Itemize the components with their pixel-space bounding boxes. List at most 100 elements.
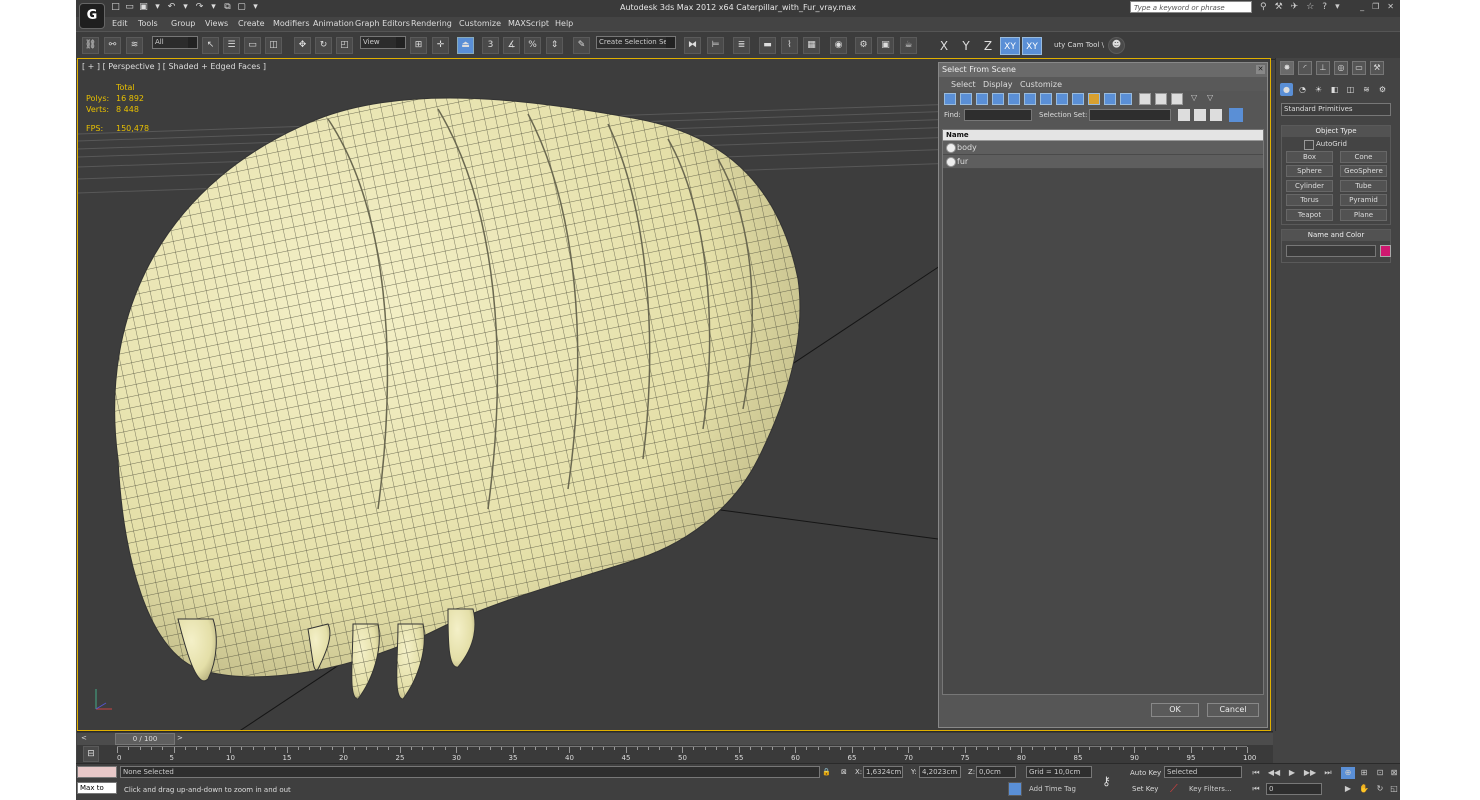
set-key-icon[interactable]: ⟋	[1170, 782, 1178, 796]
rendered-frame-window-icon[interactable]: ▣	[877, 37, 894, 54]
dialog-menu-display[interactable]: Display	[983, 80, 1013, 89]
systems-icon[interactable]: ⚙	[1376, 83, 1389, 96]
utility-cam-tool-label[interactable]: uty Cam Tool \	[1054, 41, 1104, 49]
restore-icon[interactable]: ❐	[1372, 2, 1379, 11]
list-item[interactable]: fur	[943, 155, 1263, 169]
select-manipulate-icon[interactable]: ✛	[432, 37, 449, 54]
teapot-button[interactable]: Teapot	[1286, 209, 1333, 221]
category-dropdown[interactable]: Standard Primitives	[1281, 103, 1391, 116]
minimize-icon[interactable]: _	[1360, 2, 1364, 11]
render-setup-icon[interactable]: ⚙	[855, 37, 872, 54]
maxscript-mini-listener[interactable]: Max to	[77, 782, 117, 794]
axis-xy-cycle-button[interactable]: XY	[1022, 37, 1042, 55]
key-icon[interactable]: ⚷	[1102, 774, 1111, 788]
zoom-icon[interactable]: ⊕	[1341, 767, 1355, 779]
menu-animation[interactable]: Animation	[313, 19, 354, 28]
app-logo[interactable]: G	[79, 3, 105, 29]
snaps-toggle-icon[interactable]: 3	[482, 37, 499, 54]
named-selection-sets-dropdown[interactable]: Create Selection Se	[596, 36, 676, 49]
utilities-tab-icon[interactable]: ⚒	[1370, 61, 1384, 75]
select-children-icon[interactable]	[1178, 109, 1190, 121]
display-invert-icon[interactable]	[1171, 93, 1183, 105]
axis-y-button[interactable]: Y	[956, 37, 976, 55]
auto-key-button[interactable]: Auto Key	[1130, 769, 1161, 777]
close-icon[interactable]: ✕	[1387, 2, 1394, 11]
axis-x-button[interactable]: X	[934, 37, 954, 55]
dialog-title-bar[interactable]: Select From Scene ✕	[939, 63, 1267, 77]
go-to-start-icon[interactable]: ⏮	[1249, 767, 1263, 779]
object-color-swatch[interactable]	[1380, 245, 1391, 257]
display-containers-icon[interactable]	[1088, 93, 1100, 105]
absolute-mode-icon[interactable]: ⊠	[841, 768, 847, 776]
name-and-color-title[interactable]: Name and Color	[1282, 230, 1390, 241]
add-time-tag[interactable]: Add Time Tag	[1026, 783, 1092, 795]
dropdown-icon[interactable]: ▾	[1335, 2, 1340, 13]
next-frame-icon[interactable]: ▶▶	[1303, 767, 1317, 779]
select-object-icon[interactable]: ↖	[202, 37, 219, 54]
schematic-view-icon[interactable]: ▦	[803, 37, 820, 54]
zoom-extents-icon[interactable]: ⊡	[1373, 767, 1387, 779]
menu-edit[interactable]: Edit	[112, 19, 128, 28]
binoculars-icon[interactable]: ⚲	[1260, 2, 1267, 13]
field-of-view-icon[interactable]: ▶	[1341, 783, 1355, 795]
mirror-icon[interactable]: ⧓	[684, 37, 701, 54]
spacewarps-icon[interactable]: ≋	[1360, 83, 1373, 96]
spinner-snap-icon[interactable]: ⇕	[546, 37, 563, 54]
key-filters-button[interactable]: Key Filters...	[1186, 783, 1242, 795]
menu-help[interactable]: Help	[555, 19, 573, 28]
key-mode-dropdown[interactable]: Selected	[1164, 766, 1242, 778]
display-none-icon[interactable]	[1155, 93, 1167, 105]
unlink-icon[interactable]: ⚯	[104, 37, 121, 54]
angle-snap-icon[interactable]: ∡	[503, 37, 520, 54]
dialog-menu-select[interactable]: Select	[951, 80, 976, 89]
selection-set-dropdown[interactable]	[1089, 109, 1171, 121]
slider-next-icon[interactable]: >	[177, 734, 183, 742]
move-icon[interactable]: ✥	[294, 37, 311, 54]
box-button[interactable]: Box	[1286, 151, 1333, 163]
tube-button[interactable]: Tube	[1340, 180, 1387, 192]
pan-icon[interactable]: ✋	[1357, 783, 1371, 795]
play-icon[interactable]: ▶	[1285, 767, 1299, 779]
cancel-button[interactable]: Cancel	[1207, 703, 1259, 717]
axis-z-button[interactable]: Z	[978, 37, 998, 55]
display-geometry-icon[interactable]	[944, 93, 956, 105]
menu-modifiers[interactable]: Modifiers	[273, 19, 310, 28]
scale-icon[interactable]: ◰	[336, 37, 353, 54]
display-groups-icon[interactable]	[1040, 93, 1052, 105]
modify-tab-icon[interactable]: ◜	[1298, 61, 1312, 75]
motion-tab-icon[interactable]: ◎	[1334, 61, 1348, 75]
display-hidden-icon[interactable]	[1120, 93, 1132, 105]
create-tab-icon[interactable]: ✸	[1280, 61, 1294, 75]
layer-manager-icon[interactable]: ≣	[733, 37, 750, 54]
viewport-label[interactable]: [ + ] [ Perspective ] [ Shaded + Edged F…	[82, 62, 266, 71]
axis-xy-button[interactable]: XY	[1000, 37, 1020, 55]
y-coordinate-field[interactable]: 4,2023cm	[919, 766, 961, 778]
display-helpers-icon[interactable]	[1008, 93, 1020, 105]
graphite-modeling-icon[interactable]: ▬	[759, 37, 776, 54]
menu-rendering[interactable]: Rendering	[411, 19, 452, 28]
search-input[interactable]: Type a keyword or phrase	[1130, 1, 1252, 13]
menu-maxscript[interactable]: MAXScript	[508, 19, 549, 28]
menu-tools[interactable]: Tools	[138, 19, 158, 28]
sync-selection-icon[interactable]	[1229, 108, 1243, 122]
key-mode-toggle-icon[interactable]: ⏮	[1249, 783, 1263, 795]
cone-button[interactable]: Cone	[1340, 151, 1387, 163]
display-bones-icon[interactable]	[1072, 93, 1084, 105]
maximize-viewport-icon[interactable]: ◱	[1387, 783, 1400, 795]
keyboard-shortcut-override-icon[interactable]: ⏏	[457, 37, 474, 54]
z-coordinate-field[interactable]: 0,0cm	[976, 766, 1016, 778]
maxscript-listener[interactable]	[77, 766, 117, 778]
menu-views[interactable]: Views	[205, 19, 228, 28]
display-tab-icon[interactable]: ▭	[1352, 61, 1366, 75]
select-by-name-icon[interactable]: ☰	[223, 37, 240, 54]
zoom-extents-all-icon[interactable]: ⊠	[1387, 767, 1400, 779]
x-coordinate-field[interactable]: 1,6324cm	[863, 766, 903, 778]
percent-snap-icon[interactable]: %	[524, 37, 541, 54]
object-type-title[interactable]: Object Type	[1282, 126, 1390, 137]
display-xrefs-icon[interactable]	[1056, 93, 1068, 105]
rotate-icon[interactable]: ↻	[315, 37, 332, 54]
geometry-icon[interactable]: ●	[1280, 83, 1293, 96]
display-lights-icon[interactable]	[976, 93, 988, 105]
hierarchy-tab-icon[interactable]: ⊥	[1316, 61, 1330, 75]
autogrid-checkbox[interactable]	[1304, 140, 1314, 150]
